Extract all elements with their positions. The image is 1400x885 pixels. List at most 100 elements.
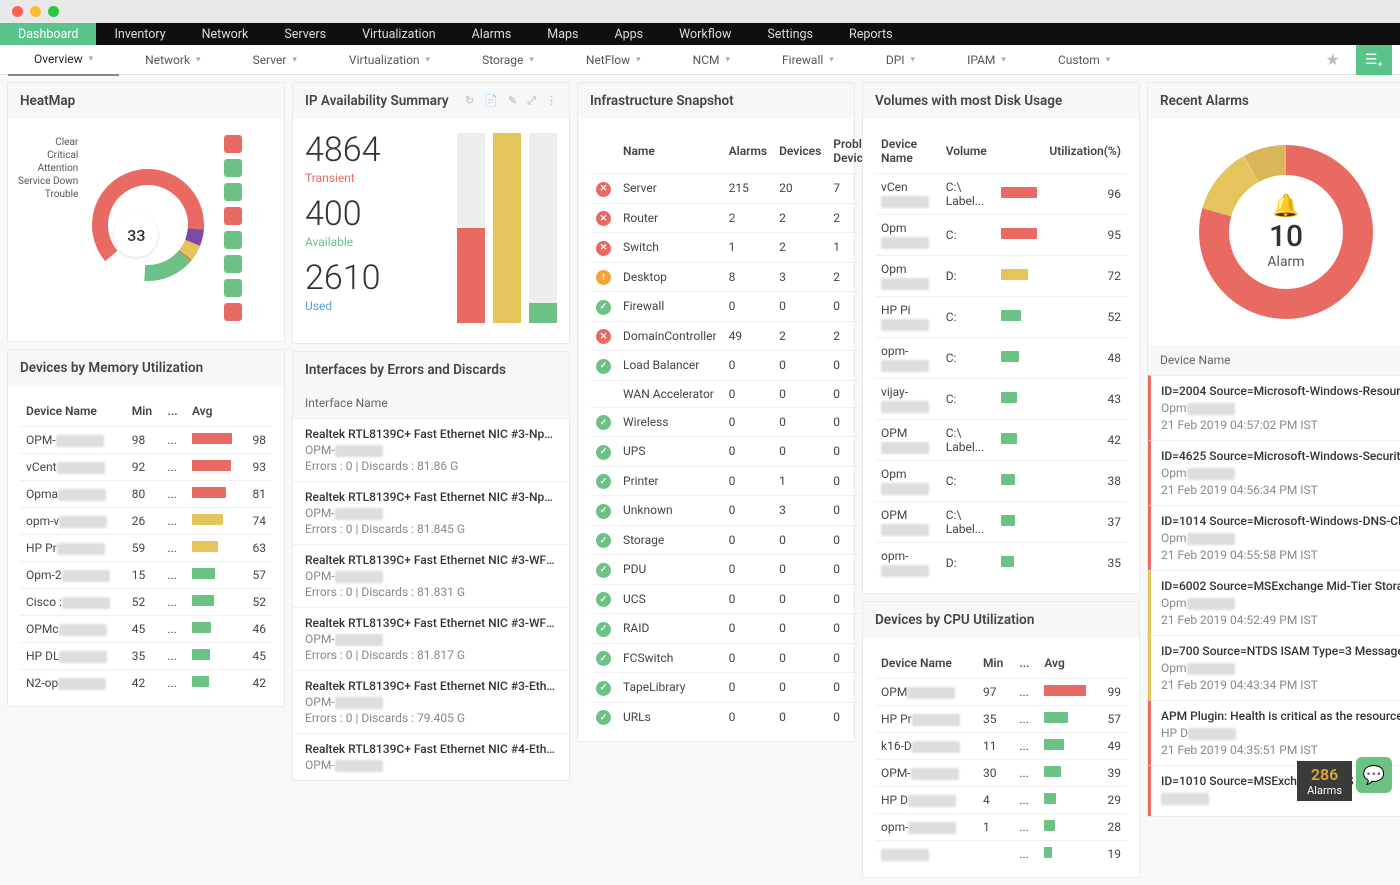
- heatmap-chip[interactable]: [224, 135, 242, 153]
- subnav-dpi[interactable]: DPI▾: [860, 44, 941, 76]
- col-header[interactable]: Utilization(%): [1043, 129, 1127, 174]
- topnav-servers[interactable]: Servers: [266, 23, 344, 45]
- alarm-row[interactable]: ID=700 Source=NTDS ISAM Type=3 Message=N…: [1148, 635, 1400, 700]
- topnav-maps[interactable]: Maps: [529, 23, 596, 45]
- table-row[interactable]: ...19: [875, 841, 1127, 868]
- table-row[interactable]: !Desktop832: [590, 262, 905, 292]
- table-row[interactable]: ✓Unknown030: [590, 496, 905, 526]
- alarms-list-col[interactable]: Device Name: [1148, 345, 1400, 375]
- table-row[interactable]: N2-op42...42: [20, 670, 272, 697]
- table-row[interactable]: vCenC:\ Label...96: [875, 174, 1127, 215]
- table-row[interactable]: vijay-C:43: [875, 379, 1127, 420]
- col-header[interactable]: [590, 129, 617, 174]
- col-header[interactable]: Name: [617, 129, 723, 174]
- subnav-firewall[interactable]: Firewall▾: [756, 44, 860, 76]
- topnav-settings[interactable]: Settings: [749, 23, 831, 45]
- table-row[interactable]: HP PiC:52: [875, 297, 1127, 338]
- table-row[interactable]: OpmC:95: [875, 215, 1127, 256]
- interface-row[interactable]: Realtek RTL8139C+ Fast Ethernet NIC #3-N…: [293, 418, 569, 481]
- table-row[interactable]: ✕DomainController4922: [590, 321, 905, 351]
- table-row[interactable]: ✓PDU000: [590, 555, 905, 585]
- table-row[interactable]: WAN Accelerator000: [590, 380, 905, 407]
- col-header[interactable]: Devices: [773, 129, 827, 174]
- table-row[interactable]: opm-1...28: [875, 814, 1127, 841]
- topnav-network[interactable]: Network: [184, 23, 267, 45]
- alarm-row[interactable]: ID=6002 Source=MSExchange Mid-Tier Stora…: [1148, 570, 1400, 635]
- subnav-ncm[interactable]: NCM▾: [667, 44, 756, 76]
- col-header[interactable]: Device Name: [875, 648, 977, 679]
- subnav-storage[interactable]: Storage▾: [456, 44, 560, 76]
- col-header[interactable]: Volume: [940, 129, 996, 174]
- heatmap-chip[interactable]: [224, 279, 242, 297]
- interface-row[interactable]: Realtek RTL8139C+ Fast Ethernet NIC #4-E…: [293, 733, 569, 780]
- table-row[interactable]: ✓TapeLibrary000: [590, 673, 905, 703]
- heatmap-chip[interactable]: [224, 183, 242, 201]
- subnav-server[interactable]: Server▾: [227, 44, 323, 76]
- col-header[interactable]: Avg: [186, 396, 244, 427]
- table-row[interactable]: ✓RAID000: [590, 614, 905, 644]
- table-row[interactable]: HP Pr35...57: [875, 706, 1127, 733]
- table-row[interactable]: opm-v26...74: [20, 508, 272, 535]
- widget-action-icon[interactable]: ✎: [508, 94, 517, 108]
- interface-row[interactable]: Realtek RTL8139C+ Fast Ethernet NIC #3-N…: [293, 481, 569, 544]
- table-row[interactable]: OpmC:38: [875, 461, 1127, 502]
- widget-action-icon[interactable]: ↻: [465, 94, 474, 108]
- widget-action-icon[interactable]: ⋮: [546, 94, 557, 108]
- table-row[interactable]: ✓Load Balancer000: [590, 351, 905, 381]
- heatmap-chip[interactable]: [224, 231, 242, 249]
- table-row[interactable]: OPM97...99: [875, 679, 1127, 706]
- traffic-light-close[interactable]: [12, 6, 23, 17]
- table-row[interactable]: ✓Firewall000: [590, 292, 905, 322]
- topnav-virtualization[interactable]: Virtualization: [344, 23, 454, 45]
- topnav-dashboard[interactable]: Dashboard: [0, 23, 96, 45]
- table-row[interactable]: opm-D:35: [875, 543, 1127, 584]
- col-header[interactable]: Alarms: [723, 129, 773, 174]
- col-header[interactable]: ...: [161, 396, 186, 427]
- table-row[interactable]: vCent92...93: [20, 454, 272, 481]
- traffic-light-min[interactable]: [30, 6, 41, 17]
- chat-fab[interactable]: 💬: [1356, 757, 1392, 793]
- interface-row[interactable]: Realtek RTL8139C+ Fast Ethernet NIC #3-W…: [293, 607, 569, 670]
- interface-row[interactable]: Realtek RTL8139C+ Fast Ethernet NIC #3-W…: [293, 544, 569, 607]
- traffic-light-max[interactable]: [48, 6, 59, 17]
- table-row[interactable]: HP DL35...45: [20, 643, 272, 670]
- col-header[interactable]: Device Name: [875, 129, 940, 174]
- col-header[interactable]: Avg: [1038, 648, 1098, 679]
- heatmap-chip[interactable]: [224, 207, 242, 225]
- heatmap-chip[interactable]: [224, 303, 242, 321]
- widget-action-icon[interactable]: ⤢: [527, 94, 536, 108]
- topnav-apps[interactable]: Apps: [596, 23, 661, 45]
- table-row[interactable]: OPM-30...39: [875, 760, 1127, 787]
- table-row[interactable]: Opma80...81: [20, 481, 272, 508]
- table-row[interactable]: OPMC:\ Label...37: [875, 502, 1127, 543]
- table-row[interactable]: ✓FCSwitch000: [590, 643, 905, 673]
- table-row[interactable]: ✓URLs000: [590, 702, 905, 731]
- table-row[interactable]: HP Pr59...63: [20, 535, 272, 562]
- col-header[interactable]: ...: [1013, 648, 1038, 679]
- table-row[interactable]: OPM-98...98: [20, 427, 272, 454]
- table-row[interactable]: k16-D11...49: [875, 733, 1127, 760]
- alarm-row[interactable]: ID=1014 Source=Microsoft-Windows-DNS-Cli…: [1148, 505, 1400, 570]
- table-row[interactable]: Cisco :52...52: [20, 589, 272, 616]
- alarm-row[interactable]: ID=4625 Source=Microsoft-Windows-Securit…: [1148, 440, 1400, 505]
- subnav-network[interactable]: Network▾: [119, 44, 226, 76]
- table-row[interactable]: ✓Wireless000: [590, 407, 905, 437]
- widget-action-icon[interactable]: 📄: [484, 94, 498, 108]
- table-row[interactable]: HP D4...29: [875, 787, 1127, 814]
- table-row[interactable]: OPMc45...46: [20, 616, 272, 643]
- alarm-row[interactable]: ID=2004 Source=Microsoft-Windows-Resourc…: [1148, 375, 1400, 440]
- footer-alarm-badge[interactable]: 286 Alarms: [1297, 761, 1352, 801]
- table-row[interactable]: OpmD:72: [875, 256, 1127, 297]
- table-row[interactable]: ✕Switch121: [590, 233, 905, 263]
- table-row[interactable]: ✓Storage000: [590, 525, 905, 555]
- table-row[interactable]: ✕Router222: [590, 203, 905, 233]
- favorite-icon[interactable]: ★: [1315, 46, 1349, 73]
- table-row[interactable]: ✓Printer010: [590, 466, 905, 496]
- col-header[interactable]: Min: [977, 648, 1013, 679]
- col-header[interactable]: Device Name: [20, 396, 126, 427]
- subnav-overview[interactable]: Overview▾: [8, 44, 119, 76]
- subnav-ipam[interactable]: IPAM▾: [941, 44, 1032, 76]
- table-row[interactable]: ✕Server215207: [590, 174, 905, 204]
- customize-button[interactable]: ☰₊: [1356, 45, 1392, 75]
- col-header[interactable]: [995, 129, 1043, 174]
